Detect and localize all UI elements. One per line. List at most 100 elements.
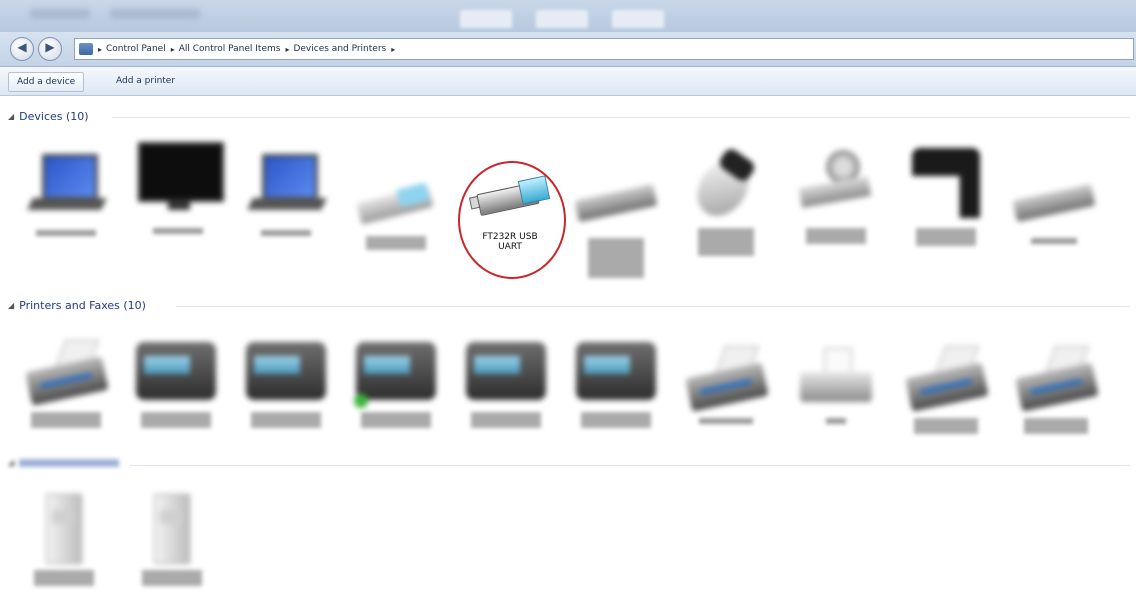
- printer-label: [471, 412, 541, 428]
- collapse-arrow-icon: ◢: [8, 112, 15, 121]
- device-webcam[interactable]: [786, 146, 886, 244]
- printer-label: [141, 412, 211, 428]
- printer-label: [699, 418, 753, 424]
- usb-serial-adapter-icon: [464, 168, 556, 228]
- printer-item-default[interactable]: [346, 336, 446, 428]
- keyboard-icon: [570, 162, 662, 238]
- device-label: [366, 236, 426, 250]
- device-generic-icon: [1008, 162, 1100, 238]
- default-printer-check-icon: [354, 394, 368, 408]
- device-mouse[interactable]: [676, 146, 776, 256]
- printer-item[interactable]: [566, 336, 666, 428]
- mfp-printer-icon: [460, 336, 552, 412]
- webcam-icon: [790, 146, 882, 222]
- device-laptop[interactable]: [16, 148, 116, 236]
- forward-arrow-icon: ▶: [45, 40, 55, 54]
- back-button[interactable]: ◀: [10, 37, 34, 61]
- window-title-blur: [110, 9, 200, 19]
- printer-icon: [900, 342, 992, 418]
- taskbar-tab[interactable]: [536, 10, 588, 28]
- command-bar: Add a device Add a printer: [0, 67, 1136, 96]
- computer-tower-icon: [126, 490, 218, 566]
- device-keyboard[interactable]: [566, 162, 666, 278]
- fax-item[interactable]: [786, 342, 886, 424]
- breadcrumb-separator: ▸: [98, 44, 103, 54]
- device-laptop-2[interactable]: [236, 148, 336, 236]
- laptop-icon: [240, 148, 332, 224]
- printer-item[interactable]: [896, 342, 996, 434]
- bluetooth-adapter-icon: [350, 160, 442, 236]
- device-bluetooth-adapter[interactable]: [346, 160, 446, 250]
- back-arrow-icon: ◀: [17, 40, 27, 54]
- device-monitor[interactable]: [128, 140, 228, 234]
- mfp-printer-icon: [240, 336, 332, 412]
- add-printer-button[interactable]: Add a printer: [108, 72, 183, 90]
- mfp-printer-icon: [570, 336, 662, 412]
- taskbar-tab[interactable]: [612, 10, 664, 28]
- control-panel-icon: [79, 43, 93, 55]
- group-divider: [176, 306, 1130, 307]
- device-label: [588, 238, 644, 278]
- printer-item[interactable]: [126, 336, 226, 428]
- breadcrumb-separator: ▸: [285, 44, 290, 54]
- add-device-button[interactable]: Add a device: [8, 72, 85, 92]
- device-label: [261, 230, 311, 236]
- breadcrumb-devices-printers[interactable]: Devices and Printers: [293, 44, 386, 54]
- printer-item[interactable]: [676, 342, 776, 424]
- printer-icon: [680, 342, 772, 418]
- printers-group-header[interactable]: ◢ Printers and Faxes (10): [8, 299, 146, 312]
- device-label: [1031, 238, 1077, 244]
- address-bar[interactable]: ▸ Control Panel ▸ All Control Panel Item…: [74, 38, 1134, 60]
- printer-label: [1024, 418, 1088, 434]
- printer-icon: [20, 336, 112, 412]
- title-bar: [0, 0, 1136, 32]
- printer-label: [31, 412, 101, 428]
- unspecified-group-label: [19, 458, 120, 467]
- headset-icon: [900, 146, 992, 222]
- ft232r-label-line1: FT232R USB: [482, 232, 538, 242]
- printer-item[interactable]: [236, 336, 336, 428]
- printer-label: [251, 412, 321, 428]
- monitor-icon: [132, 140, 224, 216]
- window-title-blur: [30, 9, 90, 19]
- forward-button[interactable]: ▶: [38, 37, 62, 61]
- laptop-icon: [20, 148, 112, 224]
- device-label: [916, 228, 976, 246]
- device-label: [153, 228, 203, 234]
- device-headset[interactable]: [896, 146, 996, 246]
- computer-tower-icon: [18, 490, 110, 566]
- printer-label: [361, 412, 431, 428]
- collapse-arrow-icon: ◢: [8, 301, 15, 310]
- fax-label: [826, 418, 846, 424]
- unspecified-device[interactable]: [14, 490, 114, 586]
- ft232r-label: FT232R USB UART: [460, 232, 560, 252]
- printer-item[interactable]: [16, 336, 116, 428]
- collapse-arrow-icon: ◢: [8, 458, 15, 467]
- taskbar-tab[interactable]: [460, 10, 512, 28]
- devices-group-header[interactable]: ◢ Devices (10): [8, 110, 89, 123]
- unspecified-device-label: [142, 570, 202, 586]
- breadcrumb-separator: ▸: [170, 44, 175, 54]
- device-label: [806, 228, 866, 244]
- breadcrumb-control-panel[interactable]: Control Panel: [106, 44, 166, 54]
- address-row: ◀ ▶ ▸ Control Panel ▸ All Control Panel …: [0, 32, 1136, 67]
- printer-item[interactable]: [456, 336, 556, 428]
- device-label: [698, 228, 754, 256]
- device-hid[interactable]: [1004, 162, 1104, 244]
- group-divider: [130, 465, 1130, 466]
- printer-item[interactable]: [1006, 342, 1106, 434]
- printers-group-label: Printers and Faxes (10): [19, 299, 146, 312]
- unspecified-device-label: [34, 570, 94, 586]
- mouse-icon: [680, 146, 772, 226]
- fax-icon: [790, 342, 882, 418]
- mfp-printer-icon: [130, 336, 222, 412]
- group-divider: [112, 117, 1130, 118]
- printer-icon: [1010, 342, 1102, 418]
- printer-label: [914, 418, 978, 434]
- breadcrumb-all-items[interactable]: All Control Panel Items: [179, 44, 281, 54]
- device-label: [36, 230, 96, 236]
- unspecified-group-header[interactable]: ◢: [8, 458, 120, 467]
- breadcrumb-separator[interactable]: ▸: [391, 45, 395, 54]
- device-ft232r-usb-uart[interactable]: FT232R USB UART: [460, 168, 560, 252]
- unspecified-device[interactable]: [122, 490, 222, 586]
